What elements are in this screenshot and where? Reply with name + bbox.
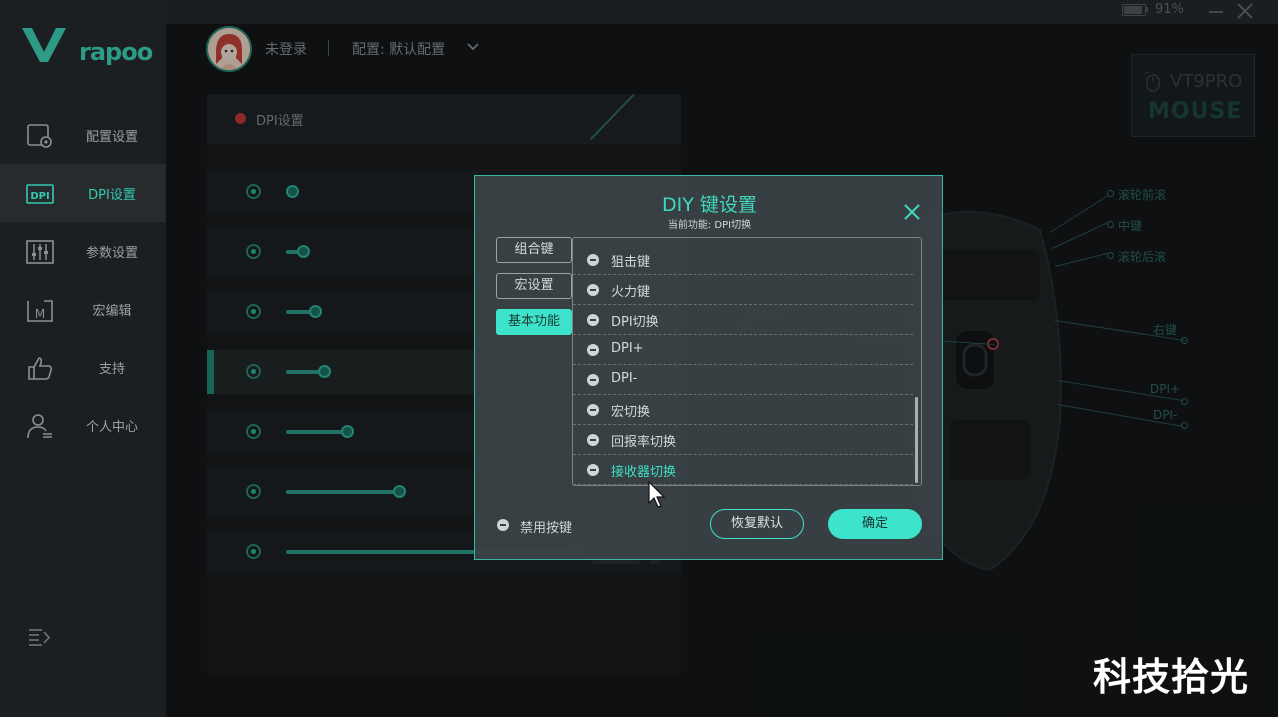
sidebar-item-4[interactable]: 支持 bbox=[0, 338, 166, 396]
sidebar: rapoo 配置设置 DPI DPI设置参数设置 M 宏编辑支持个人中心 bbox=[0, 0, 166, 717]
profile-settings-icon bbox=[27, 124, 52, 148]
sidebar-item-5[interactable]: 个人中心 bbox=[0, 396, 166, 454]
function-list: 狙击键火力键 DPI切换 DPI+ DPI- 宏切换回报率切换接收器切换 bbox=[572, 237, 922, 486]
minus-circle-icon bbox=[497, 519, 509, 531]
minus-circle-icon bbox=[587, 374, 599, 386]
restore-default-button[interactable]: 恢复默认 bbox=[710, 509, 804, 539]
function-label: DPI切换 bbox=[611, 315, 659, 330]
sidebar-item-label: 宏编辑 bbox=[92, 304, 132, 319]
function-label: DPI+ bbox=[611, 341, 644, 356]
svg-text:M: M bbox=[35, 307, 45, 321]
function-label: DPI- bbox=[611, 371, 638, 386]
minus-circle-icon bbox=[587, 314, 599, 326]
minus-circle-icon bbox=[587, 404, 599, 416]
sliders-icon bbox=[26, 240, 54, 264]
battery-icon bbox=[1122, 4, 1146, 16]
function-list-item[interactable]: 回报率切换 bbox=[573, 425, 913, 455]
sidebar-nav: 配置设置 DPI DPI设置参数设置 M 宏编辑支持个人中心 bbox=[0, 106, 166, 454]
collapse-menu-icon[interactable] bbox=[28, 627, 52, 647]
minus-circle-icon bbox=[587, 464, 599, 476]
function-list-item[interactable]: 火力键 bbox=[573, 275, 913, 305]
function-list-item[interactable]: 宏切换 bbox=[573, 395, 913, 425]
diy-key-dialog: DIY 键设置 当前功能: DPI切换 组合键 宏设置 基本功能 狙击键火力键 D… bbox=[474, 175, 943, 560]
tab-combo-keys[interactable]: 组合键 bbox=[496, 237, 572, 263]
minus-circle-icon bbox=[587, 344, 599, 356]
function-list-item[interactable]: 接收器切换 bbox=[573, 455, 913, 485]
function-list-item[interactable]: DPI+ bbox=[573, 335, 913, 365]
minus-circle-icon bbox=[587, 254, 599, 266]
sidebar-item-2[interactable]: 参数设置 bbox=[0, 222, 166, 280]
thumbs-up-icon bbox=[28, 357, 53, 380]
confirm-button[interactable]: 确定 bbox=[828, 509, 922, 539]
function-label: 火力键 bbox=[611, 285, 651, 300]
sidebar-item-1[interactable]: DPI DPI设置 bbox=[0, 164, 166, 222]
tab-macro-settings[interactable]: 宏设置 bbox=[496, 273, 572, 299]
function-label: 狙击键 bbox=[611, 255, 651, 270]
battery-percent: 91% bbox=[1155, 2, 1184, 17]
disable-key-label: 禁用按键 bbox=[520, 521, 573, 536]
logo-v-icon bbox=[22, 28, 66, 62]
sidebar-item-label: 支持 bbox=[98, 362, 125, 377]
function-label: 回报率切换 bbox=[611, 435, 677, 450]
sidebar-item-0[interactable]: 配置设置 bbox=[0, 106, 166, 164]
disable-key-option[interactable]: 禁用按键 bbox=[496, 516, 616, 536]
minus-circle-icon bbox=[587, 284, 599, 296]
sidebar-item-3[interactable]: M 宏编辑 bbox=[0, 280, 166, 338]
function-label: 宏切换 bbox=[611, 405, 651, 420]
title-bar bbox=[166, 0, 1278, 24]
tab-basic-functions[interactable]: 基本功能 bbox=[496, 309, 572, 335]
window-close-button[interactable] bbox=[1236, 2, 1254, 20]
macro-icon: M bbox=[27, 300, 53, 322]
rapoo-logo: rapoo bbox=[22, 26, 153, 66]
watermark: 科技拾光 bbox=[1093, 655, 1250, 699]
brand-name: rapoo bbox=[79, 38, 153, 66]
mouse-cursor-icon bbox=[648, 481, 666, 508]
dialog-subtitle: 当前功能: DPI切换 bbox=[667, 220, 752, 231]
sidebar-item-label: 个人中心 bbox=[85, 420, 138, 435]
battery-tip bbox=[1146, 7, 1148, 12]
minimize-button[interactable] bbox=[1208, 2, 1224, 20]
scrollbar-thumb[interactable] bbox=[915, 397, 918, 483]
sidebar-item-label: 参数设置 bbox=[85, 246, 138, 261]
sidebar-item-label: 配置设置 bbox=[85, 130, 138, 145]
minus-circle-icon bbox=[587, 434, 599, 446]
function-label: 接收器切换 bbox=[611, 465, 677, 480]
dialog-title: DIY 键设置 bbox=[662, 194, 757, 216]
function-list-item[interactable]: DPI切换 bbox=[573, 305, 913, 335]
dpi-icon: DPI bbox=[26, 184, 54, 204]
function-list-item[interactable]: DPI- bbox=[573, 365, 913, 395]
svg-text:DPI: DPI bbox=[30, 191, 49, 202]
function-list-item[interactable]: 狙击键 bbox=[573, 245, 913, 275]
dialog-close-icon[interactable] bbox=[903, 203, 921, 221]
user-icon bbox=[27, 414, 52, 439]
sidebar-item-label: DPI设置 bbox=[88, 188, 136, 203]
battery-fill bbox=[1124, 6, 1142, 14]
